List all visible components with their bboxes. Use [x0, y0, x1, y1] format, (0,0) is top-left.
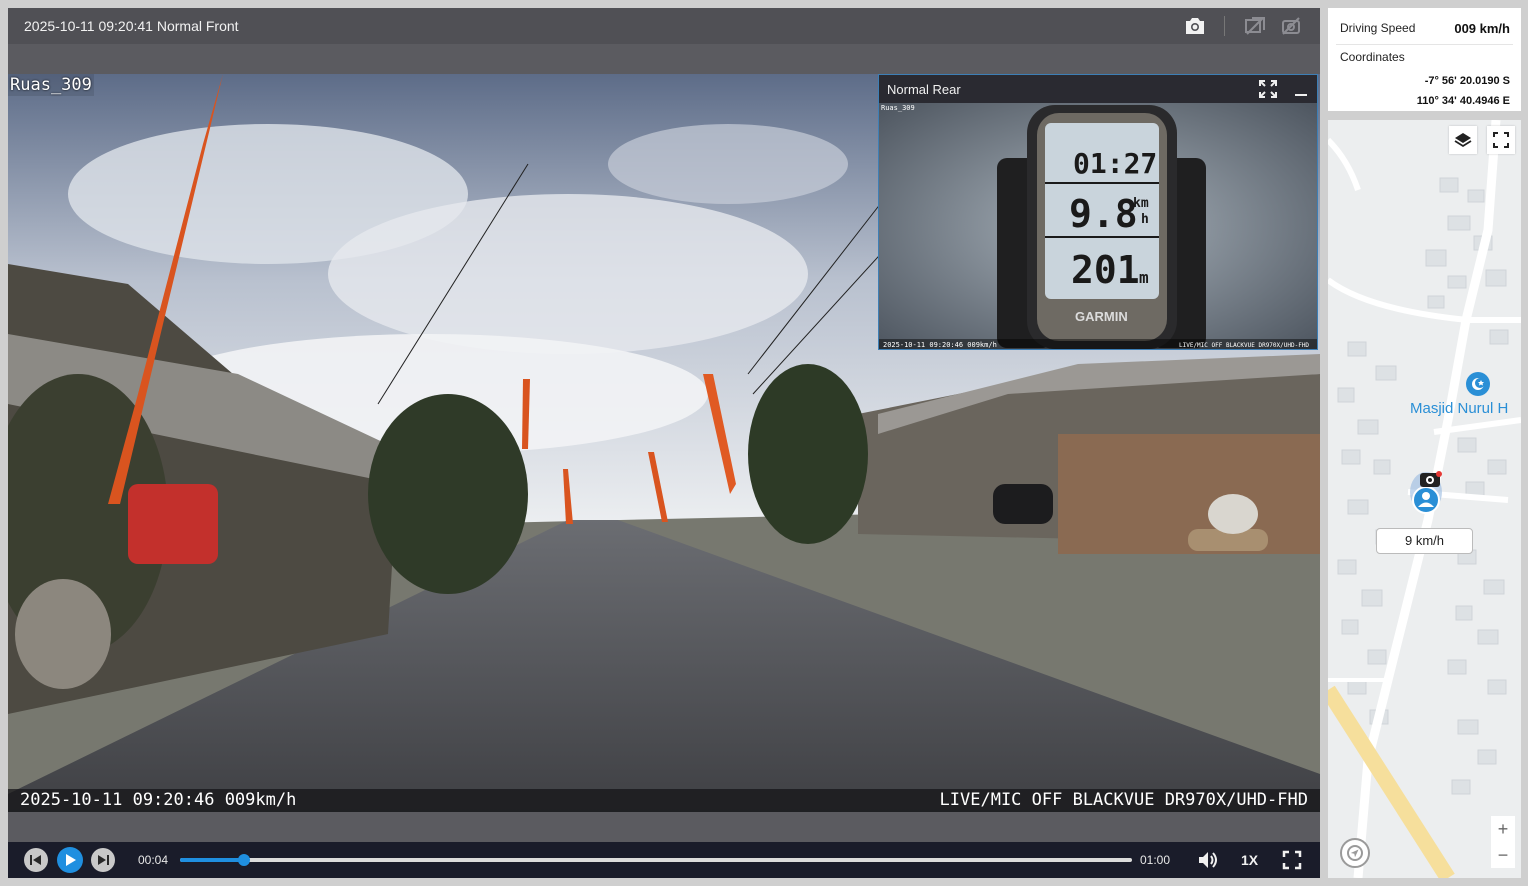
longitude-value: 110° 34' 40.4946 E [1416, 95, 1510, 107]
fullscreen-icon[interactable] [1280, 848, 1304, 872]
progress-thumb[interactable] [237, 854, 250, 866]
camera-overlay-label: Ruas_309 [8, 74, 94, 96]
video-title: 2025-10-11 09:20:41 Normal Front [24, 18, 239, 34]
zoom-out-button[interactable]: − [1491, 842, 1515, 868]
progress-bar[interactable] [180, 854, 1132, 866]
latitude-value: -7° 56' 20.0190 S [1424, 75, 1510, 87]
compass-icon[interactable] [1340, 838, 1370, 868]
rear-video-inset[interactable]: Normal Rear 01:27 9.8 km h 201 m GARMIN … [878, 74, 1318, 350]
gps-brand: GARMIN [1075, 309, 1128, 324]
driving-speed-label: Driving Speed [1340, 21, 1416, 35]
zoom-controls: + − [1491, 816, 1515, 868]
camera-icon[interactable] [1182, 14, 1208, 38]
rear-overlay-label: Ruas_309 [881, 104, 915, 112]
vehicle-marker-icon[interactable] [1408, 470, 1444, 520]
mosque-icon[interactable] [1466, 372, 1490, 396]
layers-icon[interactable] [1449, 126, 1477, 154]
gps-speed-unit-bottom: h [1141, 212, 1149, 227]
info-divider [1336, 44, 1513, 45]
minimize-icon[interactable] [1293, 80, 1309, 98]
rear-osd-timestamp: 2025-10-11 09:20:46 009km/h [883, 341, 997, 349]
gps-distance-unit: m [1139, 268, 1149, 287]
progress-fill [180, 858, 244, 862]
front-osd-timestamp: 2025-10-11 09:20:46 009km/h [20, 790, 297, 810]
coordinates-label: Coordinates [1340, 50, 1405, 64]
playback-rate[interactable]: 1X [1241, 852, 1258, 868]
previous-icon[interactable] [24, 848, 48, 872]
rear-title: Normal Rear [887, 82, 961, 97]
playback-controls: 00:04 01:00 1X [8, 842, 1320, 878]
gps-speed: 9.8 [1069, 192, 1138, 236]
time-total: 01:00 [1140, 853, 1171, 867]
map-speed-tag: 9 km/h [1376, 528, 1473, 554]
map-fullscreen-icon[interactable] [1487, 126, 1515, 154]
app-window: 2025-10-11 09:20:41 Normal Front Ruas_30… [0, 0, 1528, 886]
front-osd-device: LIVE/MIC OFF BLACKVUE DR970X/UHD-FHD [939, 790, 1308, 810]
expand-icon[interactable] [1259, 80, 1277, 98]
header-divider [1224, 16, 1225, 36]
gps-time: 01:27 [1073, 147, 1157, 180]
driving-speed-value: 009 km/h [1454, 21, 1510, 36]
time-current: 00:04 [138, 853, 169, 867]
video-panel: 2025-10-11 09:20:41 Normal Front Ruas_30… [8, 8, 1320, 878]
poi-label[interactable]: Masjid Nurul H [1410, 400, 1508, 417]
gps-distance: 201 [1071, 248, 1140, 292]
gps-speed-unit-top: km [1133, 196, 1149, 211]
zoom-in-button[interactable]: + [1491, 816, 1515, 842]
rear-video-frame: 01:27 9.8 km h 201 m GARMIN 2025-10-11 0… [879, 103, 1317, 349]
rear-osd-device: LIVE/MIC OFF BLACKVUE DR970X/UHD-FHD [1179, 342, 1309, 349]
rear-camera-scene: 01:27 9.8 km h 201 m GARMIN 2025-10-11 0… [879, 103, 1317, 349]
rear-header: Normal Rear [879, 75, 1317, 103]
video-header: 2025-10-11 09:20:41 Normal Front [8, 8, 1320, 44]
play-icon[interactable] [57, 847, 83, 873]
info-card: Driving Speed 009 km/h Coordinates -7° 5… [1328, 8, 1521, 111]
volume-icon[interactable] [1196, 848, 1220, 872]
next-icon[interactable] [91, 848, 115, 872]
pip-toggle-icon[interactable] [1278, 14, 1304, 38]
front-osd-bar: 2025-10-11 09:20:46 009km/h LIVE/MIC OFF… [8, 789, 1320, 812]
compare-icon[interactable] [1242, 14, 1268, 38]
map-view[interactable]: Masjid Nurul H 9 km/h + − [1328, 120, 1521, 878]
